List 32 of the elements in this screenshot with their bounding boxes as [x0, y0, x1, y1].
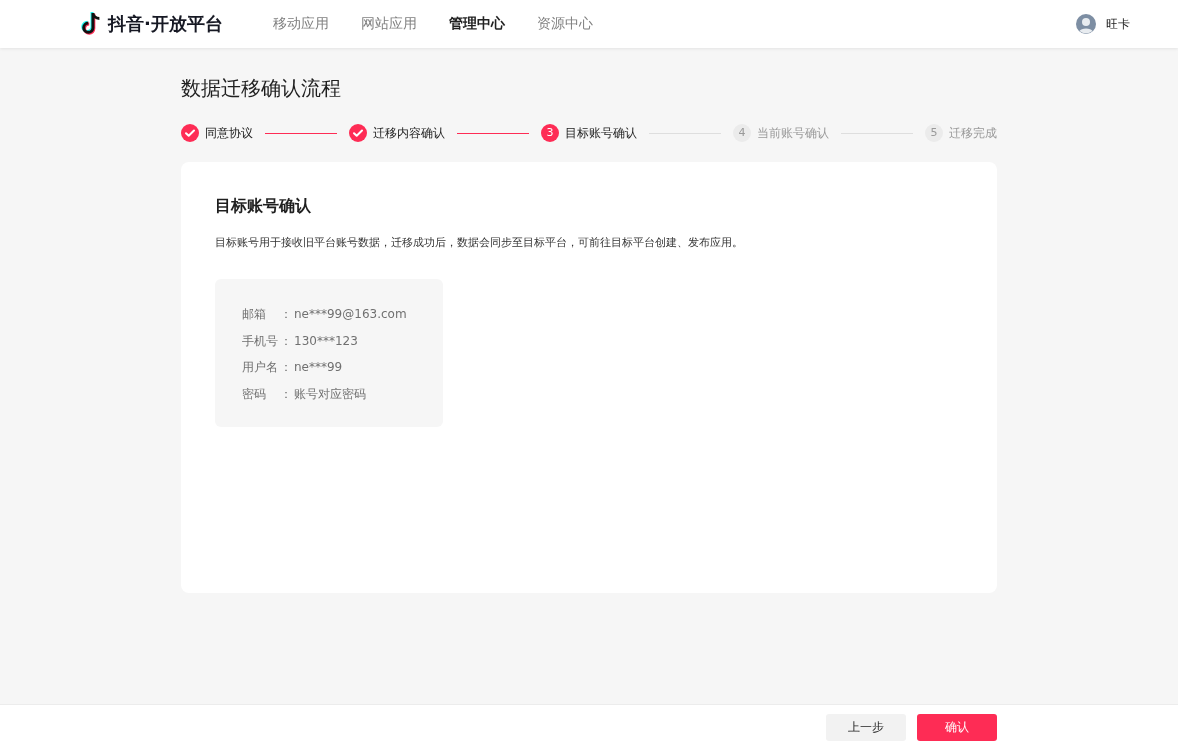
card-description: 目标账号用于接收旧平台账号数据，迁移成功后，数据会同步至目标平台，可前往目标平台创建、发布应用。 [215, 235, 744, 251]
field-label: 密码 [242, 385, 267, 402]
card-title: 目标账号确认 [215, 195, 312, 217]
nav-tab[interactable]: 移动应用 [273, 15, 329, 33]
user-name[interactable]: 旺卡 [1106, 15, 1130, 33]
nav-tab[interactable]: 网站应用 [361, 15, 417, 33]
nav-tab[interactable]: 资源中心 [537, 15, 593, 33]
field-separator: ： [279, 359, 293, 376]
step-label: 目标账号确认 [565, 124, 637, 142]
step-number: 3 [541, 124, 559, 142]
step-number: 4 [733, 124, 751, 142]
back-button[interactable]: 上一步 [826, 714, 906, 741]
step-label: 迁移完成 [949, 124, 997, 142]
field-separator: ： [279, 332, 293, 349]
field-label: 手机号 [242, 332, 278, 349]
avatar-icon [1076, 14, 1096, 34]
step-label: 当前账号确认 [757, 124, 829, 142]
field-label: 邮箱 [242, 306, 267, 323]
field-value: ne***99@163.com [294, 306, 407, 323]
field-separator: ： [279, 306, 293, 323]
nav-tab[interactable]: 管理中心 [449, 15, 505, 33]
field-label: 用户名 [242, 359, 278, 376]
step-label: 迁移内容确认 [373, 124, 445, 142]
step-number: 5 [925, 124, 943, 142]
field-value: ne***99 [294, 359, 343, 376]
brand-name: 抖音·开放平台 [108, 12, 223, 36]
field-value: 130***123 [294, 332, 358, 349]
field-value: 账号对应密码 [294, 385, 366, 402]
page-title: 数据迁移确认流程 [181, 75, 342, 102]
confirm-button[interactable]: 确认 [917, 714, 997, 741]
step-label: 同意协议 [205, 124, 253, 142]
field-separator: ： [279, 385, 293, 402]
